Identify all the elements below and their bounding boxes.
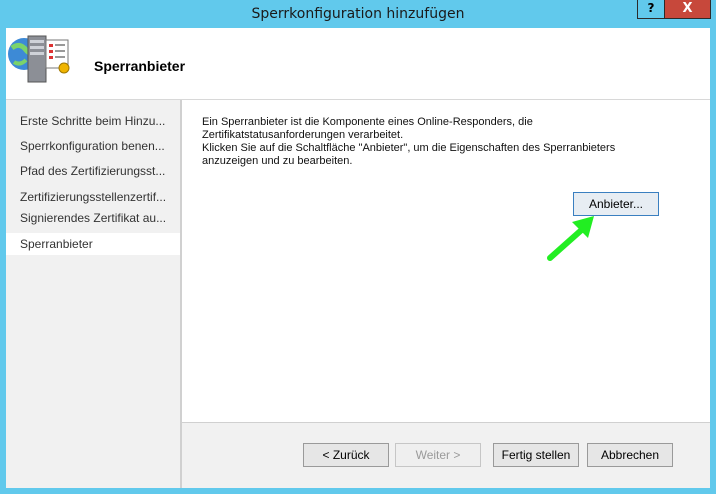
- sidebar-item-revocation-provider[interactable]: Sperranbieter: [6, 233, 180, 255]
- dialog-window: Sperrkonfiguration hinzufügen ? X Sperra…: [0, 0, 716, 494]
- wizard-steps-sidebar: Erste Schritte beim Hinzu... Sperrkonfig…: [6, 100, 180, 488]
- page-title: Sperranbieter: [94, 58, 186, 74]
- sidebar-item-name-config[interactable]: Sperrkonfiguration benen...: [6, 135, 180, 157]
- wizard-header: Sperranbieter: [6, 28, 710, 100]
- sidebar-item-ca-certificate[interactable]: Zertifizierungsstellenzertif...: [6, 186, 180, 208]
- finish-button[interactable]: Fertig stellen: [493, 443, 579, 467]
- sidebar-item-getting-started[interactable]: Erste Schritte beim Hinzu...: [6, 110, 180, 132]
- green-arrow-annotation: [547, 216, 594, 261]
- close-button[interactable]: X: [665, 0, 711, 19]
- description-line: Ein Sperranbieter ist die Komponente ein…: [202, 116, 533, 128]
- description-line: Zertifikatstatusanforderungen verarbeite…: [202, 129, 404, 141]
- sidebar-item-ca-path[interactable]: Pfad des Zertifizierungsst...: [6, 160, 180, 182]
- next-button[interactable]: Weiter >: [395, 443, 481, 467]
- wizard-footer: < Zurück Weiter > Fertig stellen Abbrech…: [182, 422, 710, 488]
- description-line: Klicken Sie auf die Schaltfläche "Anbiet…: [202, 142, 616, 154]
- description-line: anzuzeigen und zu bearbeiten.: [202, 155, 353, 167]
- title-bar[interactable]: Sperrkonfiguration hinzufügen ? X: [0, 0, 716, 28]
- description-text: Ein Sperranbieter ist die Komponente ein…: [202, 116, 692, 168]
- sidebar-item-signing-certificate[interactable]: Signierendes Zertifikat au...: [6, 207, 180, 229]
- server-certificate-icon: [8, 35, 70, 83]
- window-title: Sperrkonfiguration hinzufügen: [251, 6, 465, 22]
- main-content: Ein Sperranbieter ist die Komponente ein…: [182, 100, 710, 422]
- back-button[interactable]: < Zurück: [303, 443, 389, 467]
- help-button[interactable]: ?: [637, 0, 665, 19]
- cancel-button[interactable]: Abbrechen: [587, 443, 673, 467]
